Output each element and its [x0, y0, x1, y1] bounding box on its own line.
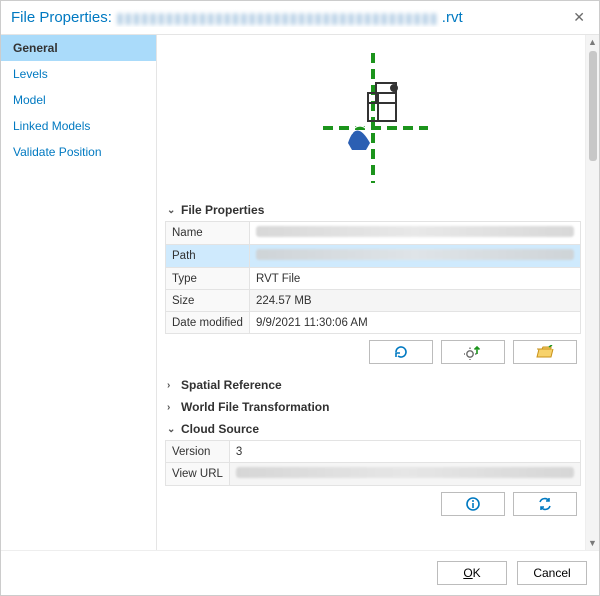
main-wrap: ⌄ File Properties Name Path Type RVT Fil…: [157, 35, 599, 550]
scroll-up-arrow-icon[interactable]: ▲: [586, 35, 599, 49]
file-properties-grid: Name Path Type RVT File Size 224.57 MB: [165, 221, 581, 334]
row-label: Version: [166, 441, 230, 463]
dialog-footer: OK Cancel: [1, 550, 599, 595]
row-label: Path: [166, 245, 250, 268]
row-value-type: RVT File: [249, 268, 580, 290]
row-value-name: [249, 222, 580, 245]
title-filename-blurred: ▮▮▮▮▮▮▮▮▮▮▮▮▮▮▮▮▮▮▮▮▮▮▮▮▮▮▮▮▮▮▮▮▮▮▮▮▮▮▮: [116, 9, 438, 27]
table-row: Size 224.57 MB: [166, 290, 581, 312]
section-cloud-source-header[interactable]: ⌄ Cloud Source: [165, 418, 581, 440]
refresh-icon: [393, 344, 409, 360]
cancel-label: Cancel: [533, 566, 570, 580]
row-value-view-url: [229, 463, 580, 486]
row-value-size: 224.57 MB: [249, 290, 580, 312]
scroll-down-arrow-icon[interactable]: ▼: [586, 536, 599, 550]
info-button[interactable]: [441, 492, 505, 516]
sidebar-item-label: Levels: [13, 67, 48, 81]
sidebar-item-label: Model: [13, 93, 46, 107]
thumbnail-icon: [298, 48, 448, 188]
gear-arrow-icon: [464, 344, 482, 360]
folder-open-icon: [536, 345, 554, 359]
table-row: View URL: [166, 463, 581, 486]
section-heading: Cloud Source: [181, 422, 259, 436]
close-button[interactable]: ✕: [567, 7, 591, 28]
sidebar-item-model[interactable]: Model: [1, 87, 156, 113]
blurred-value: [236, 467, 574, 478]
blurred-value: [256, 226, 574, 237]
row-label: Size: [166, 290, 250, 312]
chevron-down-icon: ⌄: [167, 205, 177, 216]
sidebar-item-validate-position[interactable]: Validate Position: [1, 139, 156, 165]
table-row: Date modified 9/9/2021 11:30:06 AM: [166, 312, 581, 334]
main-panel: ⌄ File Properties Name Path Type RVT Fil…: [157, 35, 585, 550]
section-spatial-reference-header[interactable]: › Spatial Reference: [165, 374, 581, 396]
section-heading: File Properties: [181, 203, 264, 217]
row-label: Date modified: [166, 312, 250, 334]
title-prefix: File Properties:: [11, 9, 112, 26]
file-properties-buttons: [165, 334, 581, 374]
chevron-right-icon: ›: [167, 402, 177, 413]
cancel-button[interactable]: Cancel: [517, 561, 587, 585]
sync-button[interactable]: [513, 492, 577, 516]
row-value-version: 3: [229, 441, 580, 463]
cloud-source-grid: Version 3 View URL: [165, 440, 581, 486]
titlebar: File Properties: ▮▮▮▮▮▮▮▮▮▮▮▮▮▮▮▮▮▮▮▮▮▮▮…: [1, 1, 599, 35]
scroll-thumb[interactable]: [589, 51, 597, 161]
chevron-down-icon: ⌄: [167, 424, 177, 435]
chevron-right-icon: ›: [167, 380, 177, 391]
blurred-value: [256, 249, 574, 260]
rebuild-thumbnail-button[interactable]: [441, 340, 505, 364]
row-value-date: 9/9/2021 11:30:06 AM: [249, 312, 580, 334]
dialog-title: File Properties: ▮▮▮▮▮▮▮▮▮▮▮▮▮▮▮▮▮▮▮▮▮▮▮…: [11, 9, 463, 27]
table-row: Version 3: [166, 441, 581, 463]
sidebar-item-levels[interactable]: Levels: [1, 61, 156, 87]
row-label: Type: [166, 268, 250, 290]
row-value-path[interactable]: [249, 245, 580, 268]
refresh-button[interactable]: [369, 340, 433, 364]
sidebar-item-general[interactable]: General: [1, 35, 156, 61]
sidebar-item-label: Linked Models: [13, 119, 90, 133]
file-properties-dialog: File Properties: ▮▮▮▮▮▮▮▮▮▮▮▮▮▮▮▮▮▮▮▮▮▮▮…: [1, 1, 599, 595]
table-row: Type RVT File: [166, 268, 581, 290]
sidebar-item-label: General: [13, 41, 58, 55]
vertical-scrollbar[interactable]: ▲ ▼: [585, 35, 599, 550]
section-heading: World File Transformation: [181, 400, 329, 414]
section-file-properties-header[interactable]: ⌄ File Properties: [165, 199, 581, 221]
section-world-file-header[interactable]: › World File Transformation: [165, 396, 581, 418]
sidebar-item-label: Validate Position: [13, 145, 102, 159]
row-label: Name: [166, 222, 250, 245]
row-label: View URL: [166, 463, 230, 486]
thumbnail-preview: [165, 43, 581, 193]
info-icon: [466, 497, 480, 511]
open-folder-button[interactable]: [513, 340, 577, 364]
cloud-source-buttons: [165, 486, 581, 526]
section-heading: Spatial Reference: [181, 378, 282, 392]
sync-icon: [537, 497, 553, 511]
table-row: Name: [166, 222, 581, 245]
title-extension: .rvt: [442, 9, 463, 26]
sidebar: General Levels Model Linked Models Valid…: [1, 35, 157, 550]
dialog-body: General Levels Model Linked Models Valid…: [1, 35, 599, 550]
table-row: Path: [166, 245, 581, 268]
ok-button[interactable]: OK: [437, 561, 507, 585]
sidebar-item-linked-models[interactable]: Linked Models: [1, 113, 156, 139]
